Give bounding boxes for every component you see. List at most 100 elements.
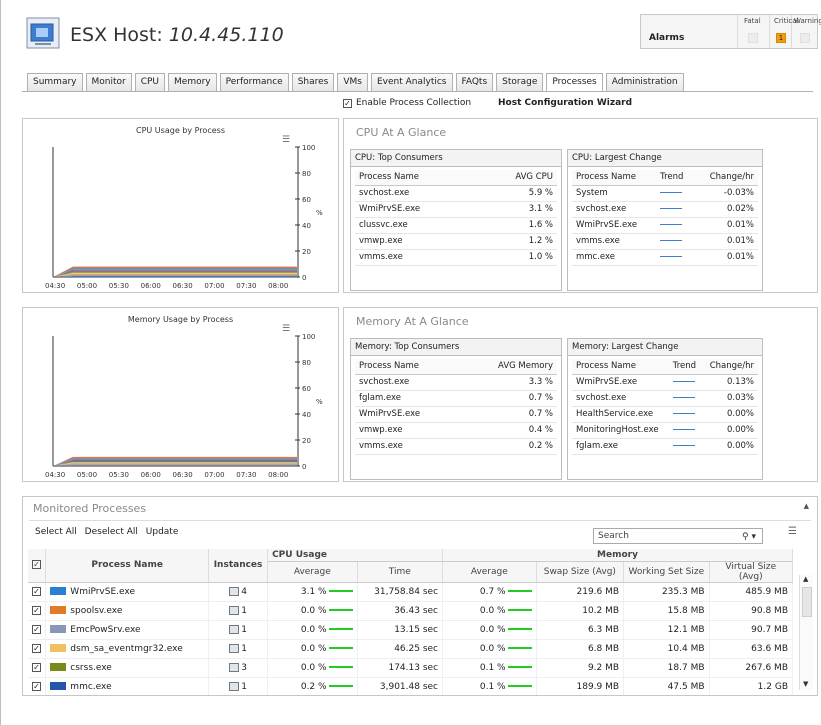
table-row[interactable]: vmwp.exe 1.2 % [355, 233, 557, 250]
column-header[interactable]: Process Name [572, 359, 669, 375]
tab-memory[interactable]: Memory [168, 73, 217, 91]
tab-administration[interactable]: Administration [605, 73, 684, 91]
tab-monitor[interactable]: Monitor [85, 73, 132, 91]
enable-collection-checkbox[interactable]: ✓ Enable Process Collection [343, 98, 471, 108]
table-row[interactable]: MonitoringHost.exe 0.00% [572, 422, 758, 439]
column-header[interactable]: Process Name [355, 170, 477, 186]
tab-performance[interactable]: Performance [219, 73, 289, 91]
table-row[interactable]: svchost.exe 0.02% [572, 201, 758, 218]
column-header[interactable]: Process Name [572, 170, 657, 186]
column-header[interactable]: Change/hr [702, 359, 758, 375]
column-menu-icon[interactable]: ☰ [788, 526, 797, 537]
table-row[interactable]: WmiPrvSE.exe 0.01% [572, 217, 758, 234]
vertical-scrollbar[interactable]: ▲ ▼ [799, 575, 813, 690]
table-row[interactable]: System -0.03% [572, 185, 758, 202]
instances-cell[interactable]: 4 [208, 582, 269, 602]
column-header-cpu-avg[interactable]: Average [267, 561, 358, 583]
tab-summary[interactable]: Summary [27, 73, 83, 91]
process-name-cell[interactable]: spoolsv.exe [45, 601, 210, 621]
process-name-cell[interactable]: EmcPowSrv.exe [45, 620, 210, 640]
process-name-cell[interactable]: csrss.exe [45, 658, 210, 678]
table-row[interactable]: ✓ mmc.exe 1 0.2 % 3,901.48 sec 0.1 % 189.9 MB 4… [28, 677, 794, 695]
alarms-panel[interactable]: Fatal Critical Warning Alarms 1 [640, 14, 821, 49]
process-name-cell[interactable]: WmiPrvSE.exe [45, 582, 210, 602]
row-checkbox[interactable]: ✓ [28, 620, 47, 640]
search-icon[interactable]: ⚲ ▾ [742, 530, 756, 544]
table-row[interactable]: HealthService.exe 0.00% [572, 406, 758, 423]
tab-processes[interactable]: Processes [546, 73, 603, 92]
column-header[interactable]: Change/hr [694, 170, 758, 186]
update-button[interactable]: Update [146, 527, 179, 537]
instances-icon[interactable] [229, 643, 240, 653]
instances-cell[interactable]: 1 [208, 639, 269, 659]
table-row[interactable]: WmiPrvSE.exe 3.1 % [355, 201, 557, 218]
instances-icon[interactable] [229, 681, 240, 691]
row-checkbox[interactable]: ✓ [28, 658, 47, 678]
column-header[interactable]: AVG CPU [476, 170, 557, 186]
table-row[interactable]: ✓ csrss.exe 3 0.0 % 174.13 sec 0.1 % 9.2 MB 18.… [28, 658, 794, 678]
instances-icon[interactable] [229, 605, 240, 615]
table-row[interactable]: ✓ dsm_sa_eventmgr32.exe 1 0.0 % 46.25 sec 0.0… [28, 639, 794, 659]
tab-shares[interactable]: Shares [291, 73, 335, 91]
table-row[interactable]: svchost.exe 3.3 % [355, 374, 557, 391]
process-name-cell[interactable]: dsm_sa_eventmgr32.exe [45, 639, 210, 659]
instances-icon[interactable] [229, 662, 240, 672]
table-row[interactable]: vmms.exe 1.0 % [355, 249, 557, 266]
search-input[interactable]: Search ⚲ ▾ [593, 528, 763, 544]
column-header[interactable]: Trend [668, 359, 703, 375]
deselect-all-button[interactable]: Deselect All [85, 527, 138, 537]
column-header-cpu-time[interactable]: Time [357, 561, 444, 583]
table-row[interactable]: vmms.exe 0.2 % [355, 438, 557, 455]
row-checkbox[interactable]: ✓ [28, 582, 47, 602]
checkbox-icon[interactable]: ✓ [343, 98, 352, 108]
tab-vms[interactable]: VMs [337, 73, 368, 91]
select-all-checkbox[interactable]: ✓ [28, 549, 47, 583]
alarm-critical-count[interactable]: 1 [776, 33, 786, 43]
column-header-process[interactable]: Process Name [45, 549, 210, 583]
process-name-cell[interactable]: mmc.exe [45, 677, 210, 695]
scroll-thumb[interactable] [802, 587, 812, 617]
host-config-wizard-link[interactable]: Host Configuration Wizard [498, 98, 632, 108]
tab-faqts[interactable]: FAQts [455, 73, 494, 91]
instances-icon[interactable] [229, 624, 240, 634]
alarm-warning-count[interactable] [800, 33, 810, 43]
column-header[interactable]: AVG Memory [460, 359, 557, 375]
column-header-mem-avg[interactable]: Average [442, 561, 537, 583]
instances-cell[interactable]: 1 [208, 620, 269, 640]
row-checkbox[interactable]: ✓ [28, 601, 47, 621]
column-header-swap[interactable]: Swap Size (Avg) [536, 561, 625, 583]
instances-icon[interactable] [229, 586, 240, 596]
column-header-instances[interactable]: Instances [208, 549, 269, 583]
scroll-down-icon[interactable]: ▼ [803, 680, 808, 688]
row-checkbox[interactable]: ✓ [28, 639, 47, 659]
alarm-fatal-count[interactable] [748, 33, 758, 43]
instances-cell[interactable]: 1 [208, 677, 269, 695]
instances-cell[interactable]: 3 [208, 658, 269, 678]
table-row[interactable]: WmiPrvSE.exe 0.7 % [355, 406, 557, 423]
table-row[interactable]: mmc.exe 0.01% [572, 249, 758, 266]
tab-cpu[interactable]: CPU [134, 73, 166, 91]
table-row[interactable]: svchost.exe 5.9 % [355, 185, 557, 202]
table-row[interactable]: ✓ WmiPrvSE.exe 4 3.1 % 31,758.84 sec 0.7 % 219… [28, 582, 794, 602]
column-header[interactable]: Trend [656, 170, 695, 186]
table-row[interactable]: WmiPrvSE.exe 0.13% [572, 374, 758, 391]
column-header-virtual[interactable]: Virtual Size (Avg) [709, 561, 794, 583]
instances-cell[interactable]: 1 [208, 601, 269, 621]
tab-storage[interactable]: Storage [496, 73, 544, 91]
column-header-working-set[interactable]: Working Set Size [623, 561, 710, 583]
table-row[interactable]: ✓ spoolsv.exe 1 0.0 % 36.43 sec 0.0 % 10.2 MB 1… [28, 601, 794, 621]
table-row[interactable]: fglam.exe 0.7 % [355, 390, 557, 407]
table-row[interactable]: ✓ EmcPowSrv.exe 1 0.0 % 13.15 sec 0.0 % 6.3 MB… [28, 620, 794, 640]
collapse-icon[interactable]: ▲ [804, 502, 809, 510]
column-header[interactable]: Process Name [355, 359, 461, 375]
value: 0.01% [694, 217, 758, 234]
table-row[interactable]: fglam.exe 0.00% [572, 438, 758, 455]
table-row[interactable]: svchost.exe 0.03% [572, 390, 758, 407]
scroll-up-icon[interactable]: ▲ [803, 575, 808, 583]
tab-event-analytics[interactable]: Event Analytics [370, 73, 453, 91]
row-checkbox[interactable]: ✓ [28, 677, 47, 695]
table-row[interactable]: clussvc.exe 1.6 % [355, 217, 557, 234]
table-row[interactable]: vmwp.exe 0.4 % [355, 422, 557, 439]
table-row[interactable]: vmms.exe 0.01% [572, 233, 758, 250]
select-all-button[interactable]: Select All [35, 527, 77, 537]
